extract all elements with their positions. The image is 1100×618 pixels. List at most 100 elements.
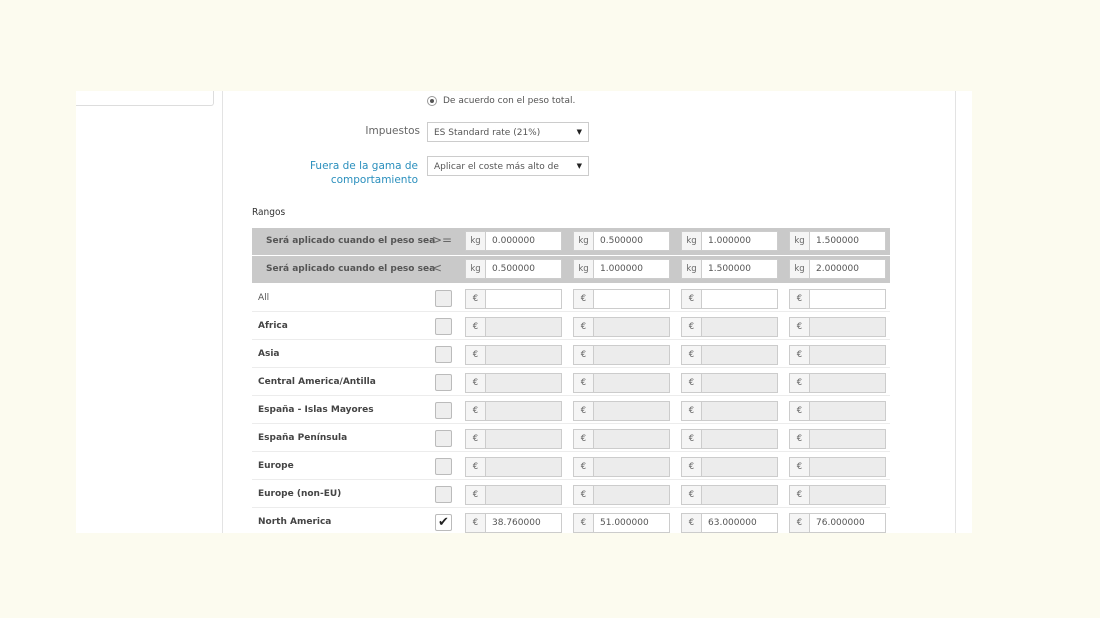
range-weight-input[interactable]: 2.000000: [809, 259, 886, 279]
price-input[interactable]: [701, 401, 778, 421]
zone-checkbox[interactable]: [435, 486, 452, 503]
unit-addon: kg: [465, 231, 485, 251]
price-input[interactable]: [701, 485, 778, 505]
left-panel: [76, 91, 214, 106]
range-weight-input[interactable]: 0.500000: [485, 259, 562, 279]
price-input[interactable]: [593, 401, 670, 421]
range-operator: >=: [432, 233, 453, 247]
caret-down-icon: ▼: [576, 162, 582, 170]
range-weight-input[interactable]: 1.000000: [593, 259, 670, 279]
price-input[interactable]: [485, 289, 562, 309]
price-input[interactable]: [809, 485, 886, 505]
zone-checkbox[interactable]: [435, 374, 452, 391]
price-input[interactable]: [593, 289, 670, 309]
zone-name: Africa: [258, 321, 288, 331]
price-input-group: €: [789, 317, 886, 337]
price-input[interactable]: [701, 457, 778, 477]
price-input[interactable]: [485, 373, 562, 393]
price-input-group: €: [465, 401, 562, 421]
currency-addon: €: [789, 289, 809, 309]
currency-addon: €: [789, 485, 809, 505]
price-input[interactable]: [809, 401, 886, 421]
price-input[interactable]: [701, 317, 778, 337]
price-input[interactable]: [593, 429, 670, 449]
zone-checkbox[interactable]: [435, 318, 452, 335]
price-input[interactable]: [701, 345, 778, 365]
price-input[interactable]: [809, 289, 886, 309]
price-input[interactable]: [809, 345, 886, 365]
currency-addon: €: [573, 457, 593, 477]
price-input[interactable]: [593, 457, 670, 477]
unit-addon: kg: [789, 259, 809, 279]
price-input[interactable]: [593, 345, 670, 365]
price-input[interactable]: 63.000000: [701, 513, 778, 533]
currency-addon: €: [681, 401, 701, 421]
taxes-select[interactable]: ES Standard rate (21%) ▼: [427, 122, 589, 142]
price-input[interactable]: [485, 457, 562, 477]
price-input[interactable]: [485, 317, 562, 337]
price-input[interactable]: [485, 345, 562, 365]
price-input-group: €: [573, 373, 670, 393]
price-input[interactable]: [485, 401, 562, 421]
range-weight-input[interactable]: 1.000000: [701, 231, 778, 251]
range-header-label: Será aplicado cuando el peso sea: [266, 236, 436, 246]
price-input-group: €: [681, 317, 778, 337]
range-weight-input[interactable]: 1.500000: [809, 231, 886, 251]
price-input[interactable]: 38.760000: [485, 513, 562, 533]
radio-selected-icon[interactable]: [427, 96, 437, 106]
currency-addon: €: [465, 485, 485, 505]
currency-addon: €: [465, 429, 485, 449]
price-input[interactable]: 51.000000: [593, 513, 670, 533]
price-input[interactable]: [809, 317, 886, 337]
ranges-title: Rangos: [252, 207, 286, 218]
zone-checkbox[interactable]: [435, 458, 452, 475]
currency-addon: €: [789, 401, 809, 421]
currency-addon: €: [681, 485, 701, 505]
price-input[interactable]: [809, 373, 886, 393]
currency-addon: €: [465, 513, 485, 533]
zone-name: España - Islas Mayores: [258, 405, 374, 415]
price-input[interactable]: 76.000000: [809, 513, 886, 533]
radio-label: De acuerdo con el peso total.: [443, 96, 576, 106]
price-input[interactable]: [485, 429, 562, 449]
price-input[interactable]: [809, 457, 886, 477]
radio-total-weight[interactable]: De acuerdo con el peso total.: [427, 96, 575, 106]
range-weight-input-group: kg 1.000000: [681, 231, 778, 251]
currency-addon: €: [465, 401, 485, 421]
currency-addon: €: [681, 289, 701, 309]
price-input[interactable]: [701, 289, 778, 309]
price-input-group: €: [789, 373, 886, 393]
price-input[interactable]: [485, 485, 562, 505]
zone-checkbox[interactable]: ✔: [435, 514, 452, 531]
range-weight-input-group: kg 0.000000: [465, 231, 562, 251]
currency-addon: €: [789, 317, 809, 337]
out-of-range-select[interactable]: Aplicar el coste más alto de ▼: [427, 156, 589, 176]
price-input-group: €63.000000: [681, 513, 778, 533]
currency-addon: €: [789, 457, 809, 477]
price-input[interactable]: [593, 373, 670, 393]
range-weight-input[interactable]: 0.000000: [485, 231, 562, 251]
currency-addon: €: [789, 345, 809, 365]
zone-name: All: [258, 293, 270, 303]
price-input-group: €: [573, 317, 670, 337]
range-weight-input-group: kg 1.000000: [573, 259, 670, 279]
price-input[interactable]: [593, 485, 670, 505]
price-input[interactable]: [593, 317, 670, 337]
unit-addon: kg: [789, 231, 809, 251]
price-input[interactable]: [809, 429, 886, 449]
range-weight-input[interactable]: 1.500000: [701, 259, 778, 279]
currency-addon: €: [573, 513, 593, 533]
price-input[interactable]: [701, 373, 778, 393]
content-border-right: [955, 91, 956, 533]
zone-checkbox[interactable]: [435, 402, 452, 419]
zone-name: Europe: [258, 461, 294, 471]
price-input-group: €: [681, 345, 778, 365]
price-input-group: €: [465, 429, 562, 449]
zone-name: Central America/Antilla: [258, 377, 376, 387]
zone-checkbox[interactable]: [435, 346, 452, 363]
zone-checkbox[interactable]: [435, 430, 452, 447]
range-weight-input[interactable]: 0.500000: [593, 231, 670, 251]
zone-checkbox[interactable]: [435, 290, 452, 307]
price-input-group: €: [789, 289, 886, 309]
price-input[interactable]: [701, 429, 778, 449]
